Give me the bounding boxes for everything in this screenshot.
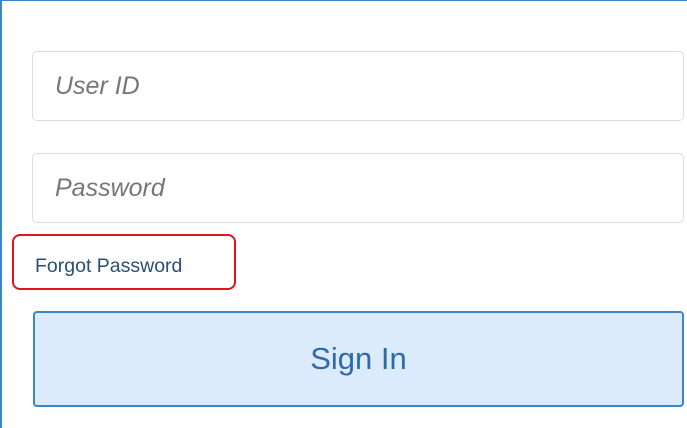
- forgot-password-link[interactable]: Forgot Password: [35, 255, 182, 278]
- user-id-input[interactable]: [32, 51, 684, 121]
- password-input[interactable]: [32, 153, 684, 223]
- sign-in-button[interactable]: Sign In: [33, 311, 684, 407]
- login-panel: Forgot Password Sign In: [0, 0, 687, 428]
